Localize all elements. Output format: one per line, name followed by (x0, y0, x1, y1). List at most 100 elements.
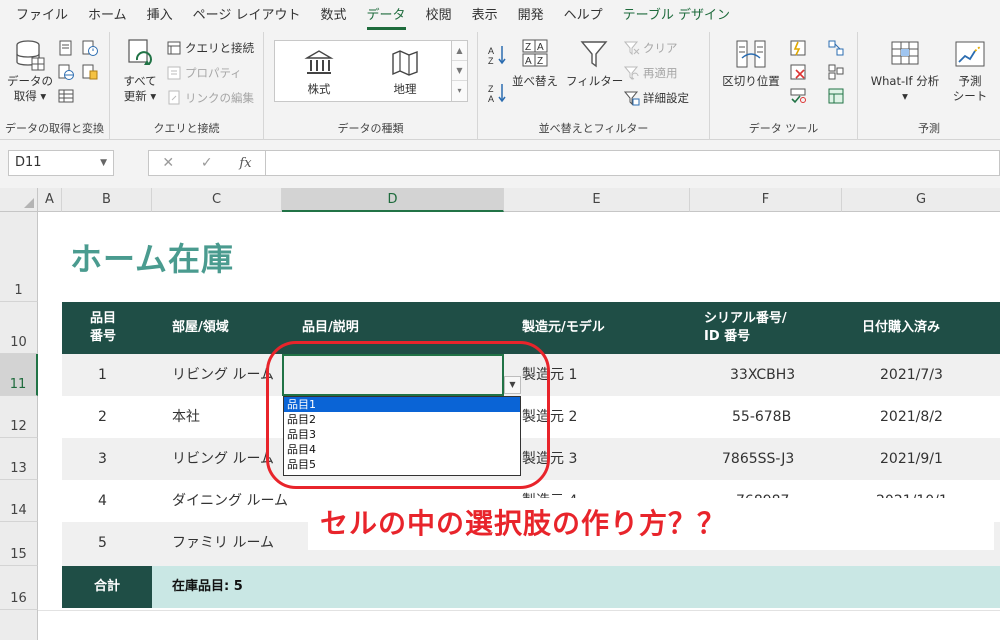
cell-no[interactable]: 3 (98, 438, 107, 480)
what-if-button[interactable]: What-If 分析 ▾ (864, 38, 946, 104)
reapply-button[interactable]: 再適用 (623, 65, 678, 81)
cell-room[interactable]: 本社 (172, 396, 200, 438)
column-header-g[interactable]: G (842, 188, 1000, 212)
cell-no[interactable]: 4 (98, 480, 107, 522)
sort-button[interactable]: Z A A Z 並べ替え (512, 38, 558, 89)
header-room[interactable]: 部屋/領域 (172, 319, 229, 337)
row-header-10[interactable]: 10 (0, 302, 38, 354)
column-header-b[interactable]: B (62, 188, 152, 212)
tab-page-layout[interactable]: ページ レイアウト (183, 0, 311, 32)
consolidate-icon[interactable] (828, 40, 844, 56)
header-maker[interactable]: 製造元/モデル (522, 319, 605, 337)
data-model-icon[interactable] (828, 88, 844, 104)
select-all-corner[interactable] (0, 188, 38, 212)
edit-links-label: リンクの編集 (185, 91, 254, 105)
forecast-sheet-label: 予測 シート (952, 74, 988, 103)
tab-insert[interactable]: 挿入 (137, 0, 183, 32)
ribbon: データの 取得 ▾ データの取得と変換 すべて 更新 ▾ クエリと接続 プロパテ… (0, 32, 1000, 140)
cell-no[interactable]: 2 (98, 396, 107, 438)
check-icon[interactable]: ✓ (201, 155, 213, 171)
remove-duplicates-icon[interactable] (790, 64, 806, 80)
properties-button[interactable]: プロパティ (166, 65, 242, 81)
header-item-no[interactable]: 品目 番号 (90, 310, 116, 346)
text-to-columns-button[interactable]: 区切り位置 (716, 38, 786, 89)
geography-button[interactable]: 地理 (365, 47, 445, 97)
tab-table-design[interactable]: テーブル デザイン (613, 0, 740, 32)
clear-filter-button[interactable]: クリア (623, 40, 678, 56)
column-header-c[interactable]: C (152, 188, 282, 212)
chevron-down-icon[interactable]: ▼ (100, 151, 107, 175)
queries-connections-button[interactable]: クエリと接続 (166, 40, 254, 56)
column-header-e[interactable]: E (504, 188, 690, 212)
gallery-scroll[interactable]: ▲ ▼ ▾ (451, 41, 467, 101)
row-header-13[interactable]: 13 (0, 438, 38, 480)
from-web-icon[interactable] (58, 64, 74, 80)
cell-serial[interactable]: 7865SS-J3 (722, 438, 794, 480)
tab-help[interactable]: ヘルプ (554, 0, 613, 32)
relationships-icon[interactable] (828, 64, 844, 80)
total-label[interactable]: 合計 (62, 566, 152, 608)
gallery-down-icon[interactable]: ▼ (452, 61, 467, 81)
row-header-12[interactable]: 12 (0, 396, 38, 438)
cell-room[interactable]: リビング ルーム (172, 438, 274, 480)
from-text-icon[interactable] (58, 40, 74, 56)
cell-no[interactable]: 1 (98, 354, 107, 396)
from-table-icon[interactable] (58, 88, 74, 104)
cell-room[interactable]: ファミリ ルーム (172, 522, 274, 564)
cell-date[interactable]: 2021/8/2 (880, 396, 943, 438)
column-header-d[interactable]: D (282, 188, 504, 212)
tab-developer[interactable]: 開発 (508, 0, 554, 32)
data-validation-icon[interactable] (790, 88, 806, 104)
edit-links-button[interactable]: リンクの編集 (166, 90, 254, 106)
row-header-16[interactable]: 16 (0, 566, 38, 610)
flash-fill-icon[interactable] (790, 40, 806, 56)
cell-date[interactable]: 2021/7/3 (880, 354, 943, 396)
row-header-15[interactable]: 15 (0, 522, 38, 566)
clear-filter-icon (623, 40, 640, 56)
sort-az-icon[interactable]: AZ (488, 44, 510, 69)
name-box[interactable]: D11 ▼ (8, 150, 114, 176)
column-header-f[interactable]: F (690, 188, 842, 212)
forecast-sheet-button[interactable]: 予測 シート (950, 38, 990, 104)
sort-label: 並べ替え (512, 74, 558, 88)
tab-home[interactable]: ホーム (78, 0, 137, 32)
svg-text:Z: Z (488, 56, 494, 66)
group-sort-filter: AZ ZA Z A A Z 並べ替え フィルター クリア 再適用 詳細設定 並べ… (478, 32, 710, 140)
cell-serial[interactable]: 55-678B (732, 396, 791, 438)
existing-connections-icon[interactable] (82, 64, 98, 80)
header-date[interactable]: 日付購入済み (862, 319, 940, 337)
cell-room[interactable]: ダイニング ルーム (172, 480, 288, 522)
cell-date[interactable]: 2021/9/1 (880, 438, 943, 480)
tab-data[interactable]: データ (357, 0, 416, 32)
column-header-a[interactable]: A (38, 188, 62, 212)
queries-connections-label: クエリと接続 (185, 41, 254, 55)
gallery-up-icon[interactable]: ▲ (452, 41, 467, 61)
refresh-all-button[interactable]: すべて 更新 ▾ (118, 38, 162, 104)
row-header-1[interactable]: 1 (0, 212, 38, 302)
tab-view[interactable]: 表示 (462, 0, 508, 32)
cell-room[interactable]: リビング ルーム (172, 354, 274, 396)
header-serial[interactable]: シリアル番号/ ID 番号 (704, 310, 787, 346)
tab-file[interactable]: ファイル (6, 0, 78, 32)
insert-function-icon[interactable]: fx (239, 156, 251, 171)
header-item[interactable]: 品目/説明 (302, 319, 359, 337)
formula-input[interactable] (266, 150, 1000, 176)
row-header-14[interactable]: 14 (0, 480, 38, 522)
cell-no[interactable]: 5 (98, 522, 107, 564)
stocks-button[interactable]: 株式 (279, 47, 359, 97)
sort-za-icon[interactable]: ZA (488, 82, 510, 107)
cancel-icon[interactable]: ✕ (162, 155, 174, 171)
cell-serial[interactable]: 33XCBH3 (730, 354, 795, 396)
row-header-11[interactable]: 11 (0, 354, 38, 396)
filter-button[interactable]: フィルター (566, 38, 623, 89)
tab-review[interactable]: 校閲 (416, 0, 462, 32)
total-count[interactable]: 在庫品目: 5 (172, 566, 243, 608)
get-data-button[interactable]: データの 取得 ▾ (6, 38, 54, 104)
tab-formulas[interactable]: 数式 (311, 0, 357, 32)
recent-sources-icon[interactable] (82, 40, 98, 56)
annotation-text: セルの中の選択肢の作り方？？ (320, 507, 727, 540)
gallery-more-icon[interactable]: ▾ (452, 81, 467, 101)
svg-text:A: A (488, 46, 494, 56)
what-if-label: What-If 分析 ▾ (870, 74, 940, 103)
advanced-filter-button[interactable]: 詳細設定 (623, 90, 689, 106)
